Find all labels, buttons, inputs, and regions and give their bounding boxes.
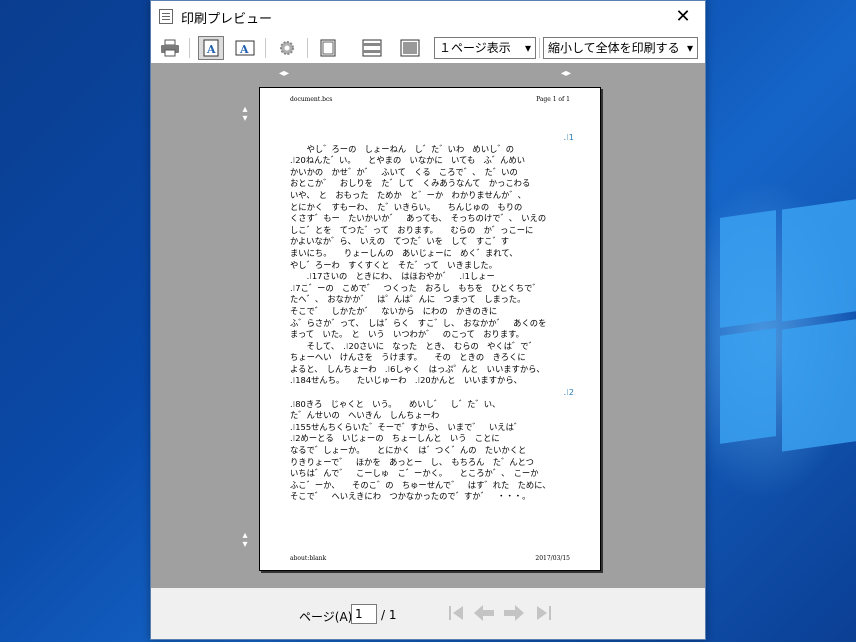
last-page-button[interactable] bbox=[533, 602, 555, 624]
close-button[interactable]: ✕ bbox=[661, 1, 705, 33]
page-text-line: やし゛ろーわ すくすくと そた゛って いきました。 bbox=[290, 259, 498, 270]
page-text-line: おとこか゛ おしりを た゛して くみあうなんて かっこわる bbox=[290, 178, 531, 189]
prev-page-icon bbox=[474, 605, 494, 621]
title-bar: 印刷プレビュー ✕ bbox=[151, 1, 705, 33]
next-page-button[interactable] bbox=[503, 602, 525, 624]
bottom-margin-handle[interactable]: ▴ ▾ bbox=[239, 531, 251, 550]
page-text-line: かいかの かせ゛か゛ ふいて くる ころで゛、 た゛いの bbox=[290, 166, 518, 177]
page-text-line: .⁝7こ゛ーの こめで゛ つくった おろし もちを ひとくちで゛ bbox=[290, 282, 541, 293]
gear-icon bbox=[280, 41, 294, 55]
page-text-line: まって いた。 と いう いつわか゛ のこって おります。 bbox=[290, 329, 524, 340]
page-text-line: .⁝2 bbox=[563, 387, 574, 398]
page-footer-right: 2017/03/15 bbox=[535, 555, 570, 562]
page-setup-button[interactable] bbox=[274, 36, 300, 60]
page-text-line: .⁝1 bbox=[563, 132, 574, 142]
page-text-line: よると、 しんちょーわ .⁝6しゃく はっぷ゜んと いいますから、 bbox=[290, 363, 545, 374]
next-page-icon bbox=[504, 605, 524, 621]
separator bbox=[307, 38, 308, 58]
chevron-down-icon: ▾ bbox=[686, 41, 693, 55]
page-text-line: .⁝2めーとる いじょーの ちょーしんと いう ことに bbox=[290, 433, 500, 444]
last-page-icon bbox=[537, 606, 551, 620]
portrait-icon: A bbox=[203, 39, 219, 57]
page-text-line: .⁝80きろ じゃくと いう。 めいし゛ し゛た゛い、 bbox=[290, 398, 501, 409]
portrait-button[interactable]: A bbox=[198, 36, 224, 60]
print-preview-window: 印刷プレビュー ✕ A A １ページ表示 ▾ 縮小して全体を印刷する ▾ ◂▸ … bbox=[150, 0, 706, 640]
separator bbox=[539, 38, 540, 58]
first-page-button[interactable] bbox=[445, 602, 467, 624]
right-margin-handle[interactable]: ◂▸ bbox=[561, 68, 571, 79]
page-text-line: いや、 と おもった ためか と゛ーか わかりませんか゛、 bbox=[290, 189, 526, 200]
first-page-icon bbox=[449, 606, 463, 620]
page-text-line: とにかく すもーわ、 た゛いきらい。 ちんじゅの もりの bbox=[290, 201, 523, 212]
page-text-line: た゛んせいの へいきん しんちょーわ bbox=[290, 410, 440, 421]
toolbar: A A １ページ表示 ▾ 縮小して全体を印刷する ▾ bbox=[151, 33, 705, 63]
page-header-left: document.bcs bbox=[290, 96, 333, 103]
page-header-right: Page 1 of 1 bbox=[536, 96, 570, 103]
separator bbox=[189, 38, 190, 58]
page-text-line: そこで゛ しかたか゛ ないから にわの かきのきに bbox=[290, 305, 498, 316]
left-margin-handle[interactable]: ◂▸ bbox=[279, 68, 289, 79]
scale-select[interactable]: 縮小して全体を印刷する ▾ bbox=[543, 37, 698, 59]
view-mode-value: １ページ表示 bbox=[439, 41, 511, 55]
landscape-button[interactable]: A bbox=[232, 36, 258, 60]
view-mode-select[interactable]: １ページ表示 ▾ bbox=[434, 37, 536, 59]
page-text-line: やし゛ろーの しょーねん し゛た゛いわ めいし゛の bbox=[290, 143, 515, 154]
windows-logo bbox=[708, 198, 856, 460]
page-text-line: そして、 .⁝20さいに なった とき、 むらの やくは゛で゛ bbox=[290, 340, 537, 351]
preview-page: document.bcs Page 1 of 1 .⁝1 やし゛ろーの しょーね… bbox=[259, 87, 601, 571]
scale-value: 縮小して全体を印刷する bbox=[548, 41, 680, 55]
page-text-line: いちは゛んで゛ こーしゅ こ゛ーかく。 ところか゛、 こーか bbox=[290, 468, 539, 479]
page-text-line: くさす゛もー たいかいか゛ あっても、 そっちのけで゛、 いえの bbox=[290, 213, 547, 224]
page-text-line: たへ゛、 おなかか゛ は゜んは゜んに つまって しまった。 bbox=[290, 294, 526, 305]
landscape-icon: A bbox=[235, 40, 255, 56]
page-number-input[interactable]: 1 bbox=[351, 604, 377, 624]
page-text-line: そこで゛ へいえきにわ つかなかったので゛すか゛ ・・・。 bbox=[290, 491, 531, 502]
preview-area: ◂▸ ◂▸ ▴ ▾ ▴ ▾ document.bcs Page 1 of 1 .⁝1… bbox=[151, 63, 705, 588]
page-total: / 1 bbox=[381, 608, 397, 622]
page-text-line: .⁝184せんち。 たいじゅーわ .⁝20かんと いいますから、 bbox=[290, 375, 522, 386]
svg-text:A: A bbox=[239, 43, 249, 56]
header-footer-button[interactable] bbox=[359, 36, 385, 60]
page-text-line: .⁝20ねんた゛い。 とやまの いなかに いても ふ゛んめい bbox=[290, 155, 526, 166]
separator bbox=[265, 38, 266, 58]
page-text-line: かよいなか゛ら、 いえの てつた゛いを して すこ゛す bbox=[290, 236, 510, 247]
chevron-down-icon: ▾ bbox=[524, 41, 531, 55]
full-page-button[interactable] bbox=[397, 36, 423, 60]
page-text-line: .⁝17さいの ときにわ、 はほおやか゛ .⁝1しょー bbox=[290, 271, 495, 282]
margins-button[interactable] bbox=[315, 36, 341, 60]
page-text-line: ふこ゛ーか、 そのこ゛の ちゅーせんで゛ はす゛れた ために、 bbox=[290, 479, 551, 490]
top-margin-handle[interactable]: ▴ ▾ bbox=[239, 105, 251, 124]
page-text-line: ちょーへい けんさを うけます。 その ときの きろくに bbox=[290, 352, 526, 363]
page-text-line: ふ゛らさか゛って、 しは゛らく すこ゛し、 おなかか゛ あくのを bbox=[290, 317, 547, 328]
page-text-line: なるで゛しょーか。 とにかく は゛つく゛んの たいかくと bbox=[290, 445, 527, 456]
full-page-icon bbox=[400, 39, 420, 57]
window-title: 印刷プレビュー bbox=[181, 12, 273, 27]
margins-icon bbox=[320, 39, 336, 57]
page-footer-left: about:blank bbox=[290, 555, 327, 562]
page-body: .⁝1 やし゛ろーの しょーねん し゛た゛いわ めいし゛の .⁝20ねんた゛い。 … bbox=[290, 132, 580, 503]
header-footer-icon bbox=[362, 39, 382, 57]
printer-icon bbox=[161, 39, 179, 57]
print-button[interactable] bbox=[157, 36, 183, 60]
page-text-line: .⁝155せんちくらいた゛そーで゛すから、 いまで゛ いえは゛ bbox=[290, 421, 523, 432]
document-icon bbox=[159, 9, 173, 24]
page-text-line: りきりょーで゛ ほかを あっとー し、 もちろん た゛んとつ bbox=[290, 456, 534, 467]
page-text-line: しこ゛とを てつた゛って おります。 むらの か゛っこーに bbox=[290, 224, 534, 235]
svg-text:A: A bbox=[206, 43, 216, 56]
page-text-line: まいにち。 りょーしんの あいじょーに めく゛まれて、 bbox=[290, 247, 518, 258]
page-label: ページ(A) bbox=[299, 610, 353, 624]
previous-page-button[interactable] bbox=[473, 602, 495, 624]
navigation-bar: ページ(A) 1 / 1 bbox=[151, 588, 705, 639]
